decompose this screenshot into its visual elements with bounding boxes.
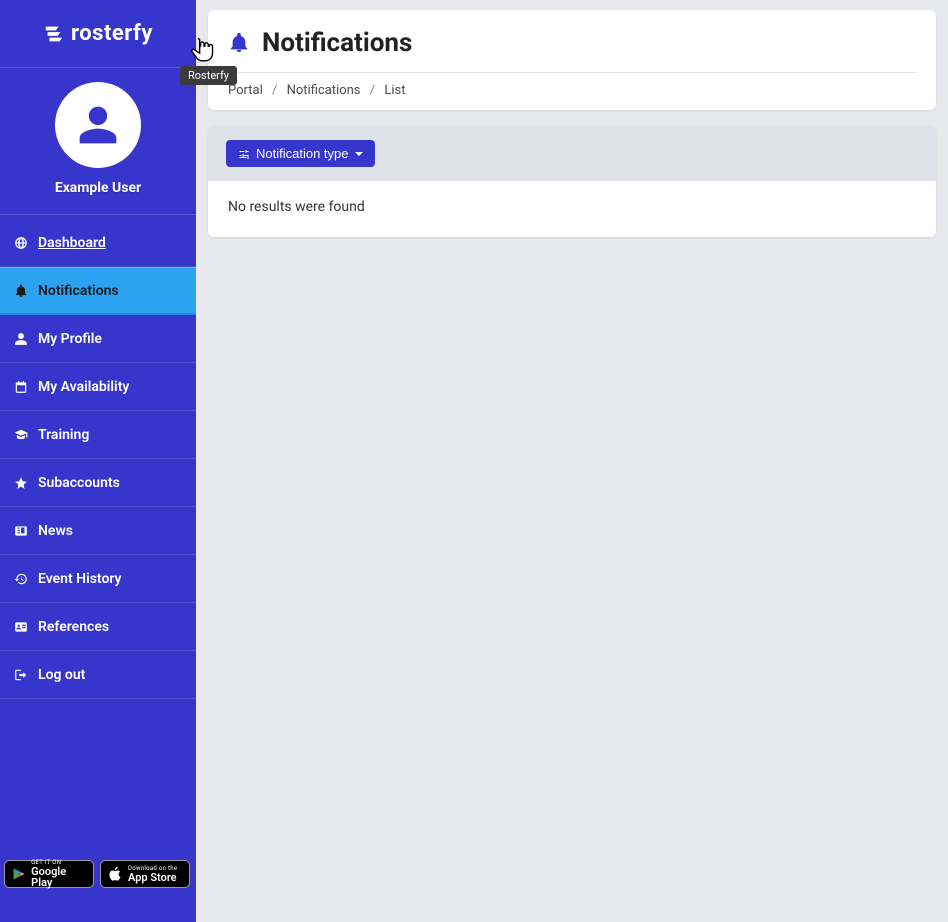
badge-bot-text: Google Play bbox=[31, 866, 87, 888]
app-store-badge[interactable]: Download on the App Store bbox=[100, 860, 190, 888]
id-card-icon bbox=[12, 620, 30, 634]
sidebar-item-label: Training bbox=[38, 427, 89, 443]
breadcrumb-separator: / bbox=[370, 83, 375, 98]
bell-icon bbox=[12, 284, 30, 298]
breadcrumb-notifications[interactable]: Notifications bbox=[287, 83, 361, 98]
badge-bot-text: App Store bbox=[128, 872, 177, 883]
avatar[interactable] bbox=[55, 82, 141, 168]
results-card: Notification type No results were found bbox=[208, 126, 936, 237]
star-icon bbox=[12, 476, 30, 490]
filter-bar: Notification type bbox=[208, 126, 936, 181]
graduation-icon bbox=[12, 428, 30, 442]
bell-icon bbox=[228, 32, 250, 54]
user-icon bbox=[12, 332, 30, 346]
sidebar-item-references[interactable]: References bbox=[0, 603, 196, 651]
sidebar-item-dashboard[interactable]: Dashboard bbox=[0, 219, 196, 267]
history-icon bbox=[12, 572, 30, 586]
rosterfy-logo-icon bbox=[43, 23, 65, 45]
breadcrumb-list: List bbox=[384, 83, 405, 98]
caret-down-icon bbox=[355, 152, 363, 156]
breadcrumb-portal[interactable]: Portal bbox=[228, 83, 263, 98]
sidebar-item-news[interactable]: News bbox=[0, 507, 196, 555]
sidebar-item-training[interactable]: Training bbox=[0, 411, 196, 459]
nav: Dashboard Notifications My Profile My Av… bbox=[0, 215, 196, 922]
sliders-icon bbox=[238, 148, 250, 160]
sidebar-item-label: Log out bbox=[38, 667, 85, 683]
sidebar-item-my-availability[interactable]: My Availability bbox=[0, 363, 196, 411]
sidebar-item-label: News bbox=[38, 523, 73, 539]
apple-icon bbox=[107, 866, 123, 882]
sidebar-item-logout[interactable]: Log out bbox=[0, 651, 196, 699]
user-name: Example User bbox=[55, 180, 141, 196]
page-header-card: Notifications Portal / Notifications / L… bbox=[208, 10, 936, 110]
sidebar-item-label: Event History bbox=[38, 571, 122, 587]
google-play-icon bbox=[11, 866, 26, 882]
profile-block: Example User bbox=[0, 68, 196, 215]
sidebar-item-my-profile[interactable]: My Profile bbox=[0, 315, 196, 363]
store-badges: GET IT ON Google Play Download on the Ap… bbox=[4, 860, 190, 888]
sidebar-item-label: Subaccounts bbox=[38, 475, 120, 491]
breadcrumb-separator: / bbox=[272, 83, 277, 98]
sidebar: rosterfy Example User Dashboard Notifica… bbox=[0, 0, 196, 922]
google-play-badge[interactable]: GET IT ON Google Play bbox=[4, 860, 94, 888]
notification-type-filter-button[interactable]: Notification type bbox=[226, 140, 375, 167]
sidebar-item-label: References bbox=[38, 619, 109, 635]
sidebar-item-label: Notifications bbox=[38, 283, 119, 299]
filter-label: Notification type bbox=[256, 146, 349, 161]
sidebar-item-subaccounts[interactable]: Subaccounts bbox=[0, 459, 196, 507]
page-title: Notifications bbox=[262, 28, 412, 58]
brand-name: rosterfy bbox=[71, 21, 153, 46]
sidebar-item-label: My Availability bbox=[38, 379, 129, 395]
sidebar-item-notifications[interactable]: Notifications bbox=[0, 267, 196, 315]
main-content: Notifications Portal / Notifications / L… bbox=[196, 0, 948, 922]
newspaper-icon bbox=[12, 524, 30, 538]
user-icon bbox=[76, 103, 120, 147]
globe-icon bbox=[12, 236, 30, 250]
logout-icon bbox=[12, 668, 30, 682]
results-empty-message: No results were found bbox=[208, 181, 936, 237]
logo[interactable]: rosterfy bbox=[0, 0, 196, 68]
sidebar-item-event-history[interactable]: Event History bbox=[0, 555, 196, 603]
calendar-icon bbox=[12, 380, 30, 394]
breadcrumb: Portal / Notifications / List bbox=[228, 73, 916, 98]
sidebar-item-label: Dashboard bbox=[38, 235, 106, 251]
sidebar-item-label: My Profile bbox=[38, 331, 102, 347]
